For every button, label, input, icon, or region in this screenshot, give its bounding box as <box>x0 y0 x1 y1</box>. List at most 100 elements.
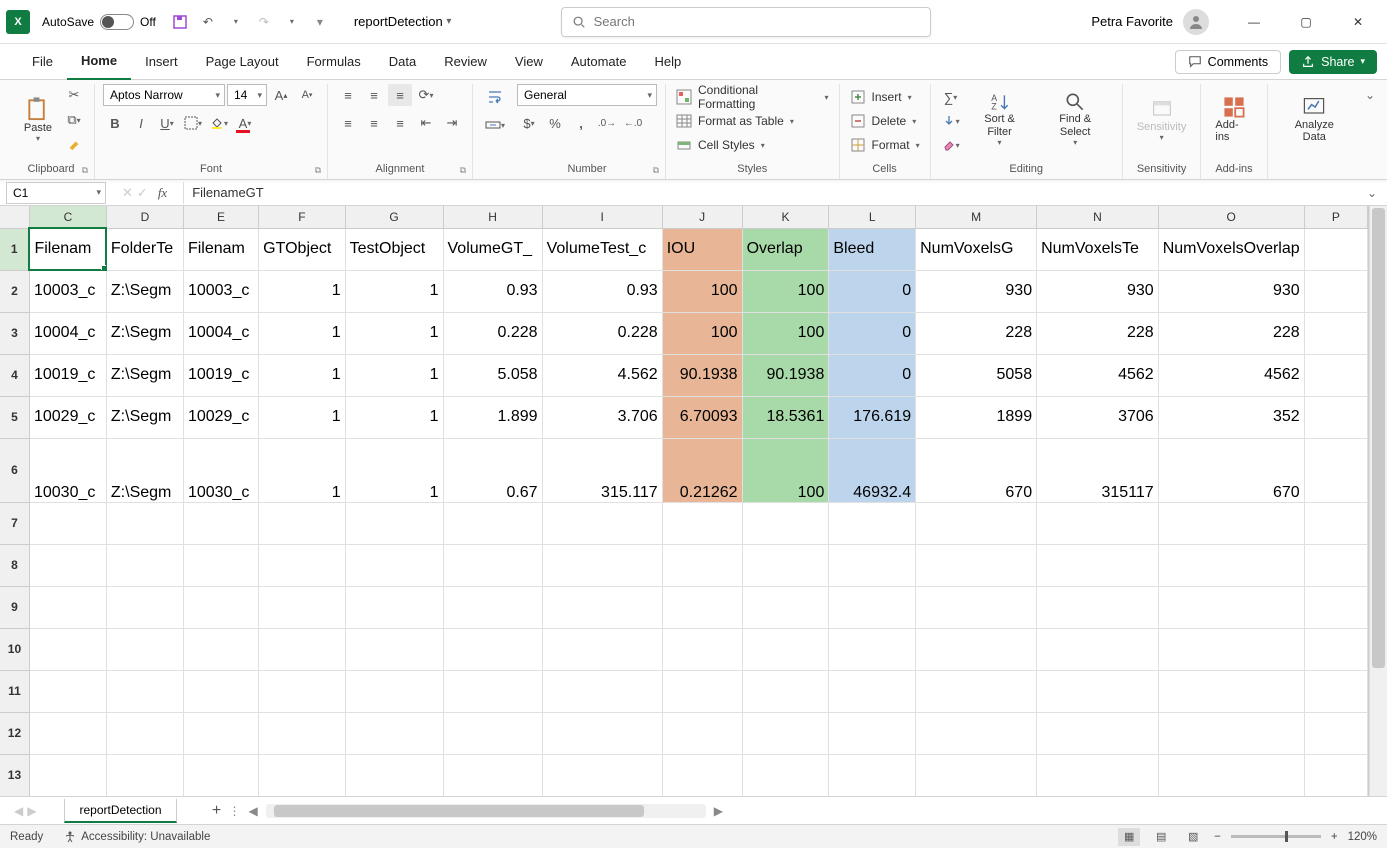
increase-decimal-button[interactable]: .0→ <box>595 112 619 134</box>
cell-N11[interactable] <box>1037 670 1159 712</box>
cell-I9[interactable] <box>542 586 662 628</box>
col-header-K[interactable]: K <box>742 206 829 228</box>
minimize-button[interactable]: — <box>1231 0 1277 44</box>
avatar[interactable] <box>1183 9 1209 35</box>
cell-E9[interactable] <box>183 586 258 628</box>
cell-C12[interactable] <box>29 712 106 754</box>
sheet-tab-active[interactable]: reportDetection <box>64 799 176 823</box>
cell-H2[interactable]: 0.93 <box>443 270 542 312</box>
maximize-button[interactable]: ▢ <box>1283 0 1329 44</box>
zoom-out-button[interactable]: − <box>1214 831 1221 843</box>
tab-home[interactable]: Home <box>67 44 131 80</box>
cell-M1[interactable]: NumVoxelsG <box>916 228 1037 270</box>
cell-J8[interactable] <box>662 544 742 586</box>
view-pagelayout-button[interactable]: ▤ <box>1150 828 1172 846</box>
row-header-2[interactable]: 2 <box>0 270 29 312</box>
clipboard-launcher[interactable]: ⧉ <box>82 165 88 176</box>
row-header-7[interactable]: 7 <box>0 502 29 544</box>
copy-button[interactable]: ⧉ <box>62 109 86 131</box>
cell-E8[interactable] <box>183 544 258 586</box>
cell-M8[interactable] <box>916 544 1037 586</box>
cut-button[interactable]: ✂ <box>62 84 86 106</box>
zoom-level[interactable]: 120% <box>1348 831 1377 843</box>
cell-F9[interactable] <box>259 586 345 628</box>
search-input[interactable]: Search <box>561 7 931 37</box>
cell-G7[interactable] <box>345 502 443 544</box>
cell-G13[interactable] <box>345 754 443 796</box>
sheet-next-button[interactable]: ▶ <box>27 804 36 818</box>
sheet-prev-button[interactable]: ◀ <box>14 804 23 818</box>
view-normal-button[interactable]: ▦ <box>1118 828 1140 846</box>
redo-button[interactable]: ↷ <box>251 9 277 35</box>
cell-O8[interactable] <box>1158 544 1304 586</box>
cell-K7[interactable] <box>742 502 829 544</box>
cell-C9[interactable] <box>29 586 106 628</box>
format-as-table-button[interactable]: Format as Table <box>674 110 796 132</box>
cell-J10[interactable] <box>662 628 742 670</box>
cell-N4[interactable]: 4562 <box>1037 354 1159 396</box>
cell-C6[interactable]: 10030_c <box>29 438 106 502</box>
cell-F5[interactable]: 1 <box>259 396 345 438</box>
cell-D2[interactable]: Z:\Segm <box>106 270 183 312</box>
cell-I7[interactable] <box>542 502 662 544</box>
cell-M3[interactable]: 228 <box>916 312 1037 354</box>
cell-D7[interactable] <box>106 502 183 544</box>
format-cells-button[interactable]: Format <box>848 134 922 156</box>
col-header-F[interactable]: F <box>259 206 345 228</box>
autosum-button[interactable]: ∑ <box>939 86 963 108</box>
tab-review[interactable]: Review <box>430 44 501 80</box>
cell-J13[interactable] <box>662 754 742 796</box>
tab-formulas[interactable]: Formulas <box>293 44 375 80</box>
cell-G2[interactable]: 1 <box>345 270 443 312</box>
cell-G6[interactable]: 1 <box>345 438 443 502</box>
cell-H6[interactable]: 0.67 <box>443 438 542 502</box>
cell-P11[interactable] <box>1304 670 1367 712</box>
font-size-combo[interactable]: 14 <box>227 84 267 106</box>
wrap-text-button[interactable] <box>481 86 509 108</box>
align-left-button[interactable]: ≡ <box>336 112 360 134</box>
cell-N5[interactable]: 3706 <box>1037 396 1159 438</box>
cell-H5[interactable]: 1.899 <box>443 396 542 438</box>
font-color-button[interactable]: A <box>233 112 257 134</box>
cell-L7[interactable] <box>829 502 916 544</box>
row-header-1[interactable]: 1 <box>0 228 29 270</box>
cell-D11[interactable] <box>106 670 183 712</box>
increase-indent-button[interactable]: ⇥ <box>440 112 464 134</box>
row-header-12[interactable]: 12 <box>0 712 29 754</box>
delete-cells-button[interactable]: Delete <box>848 110 919 132</box>
cell-C10[interactable] <box>29 628 106 670</box>
cell-D5[interactable]: Z:\Segm <box>106 396 183 438</box>
cell-K2[interactable]: 100 <box>742 270 829 312</box>
cell-G1[interactable]: TestObject <box>345 228 443 270</box>
zoom-slider[interactable] <box>1231 835 1321 838</box>
cell-O9[interactable] <box>1158 586 1304 628</box>
align-middle-button[interactable]: ≡ <box>362 84 386 106</box>
cell-L1[interactable]: Bleed <box>829 228 916 270</box>
cell-O11[interactable] <box>1158 670 1304 712</box>
align-bottom-button[interactable]: ≡ <box>388 84 412 106</box>
cell-M2[interactable]: 930 <box>916 270 1037 312</box>
cell-H13[interactable] <box>443 754 542 796</box>
name-box[interactable]: C1 <box>6 182 106 204</box>
cell-E7[interactable] <box>183 502 258 544</box>
cell-J9[interactable] <box>662 586 742 628</box>
cell-M6[interactable]: 670 <box>916 438 1037 502</box>
formula-expand-button[interactable]: ⌄ <box>1367 186 1387 200</box>
cell-N3[interactable]: 228 <box>1037 312 1159 354</box>
cell-M11[interactable] <box>916 670 1037 712</box>
cell-G5[interactable]: 1 <box>345 396 443 438</box>
cell-C13[interactable] <box>29 754 106 796</box>
cell-styles-button[interactable]: Cell Styles <box>674 134 767 156</box>
cell-G3[interactable]: 1 <box>345 312 443 354</box>
cell-L5[interactable]: 176.619 <box>829 396 916 438</box>
format-painter-button[interactable] <box>62 134 86 156</box>
hscroll-left[interactable]: ◀ <box>249 804 258 818</box>
cell-G11[interactable] <box>345 670 443 712</box>
cell-H1[interactable]: VolumeGT_ <box>443 228 542 270</box>
cell-F1[interactable]: GTObject <box>259 228 345 270</box>
col-header-J[interactable]: J <box>662 206 742 228</box>
row-header-6[interactable]: 6 <box>0 438 29 502</box>
cell-J7[interactable] <box>662 502 742 544</box>
number-launcher[interactable]: ⧉ <box>653 165 659 176</box>
undo-dropdown[interactable] <box>223 9 249 35</box>
